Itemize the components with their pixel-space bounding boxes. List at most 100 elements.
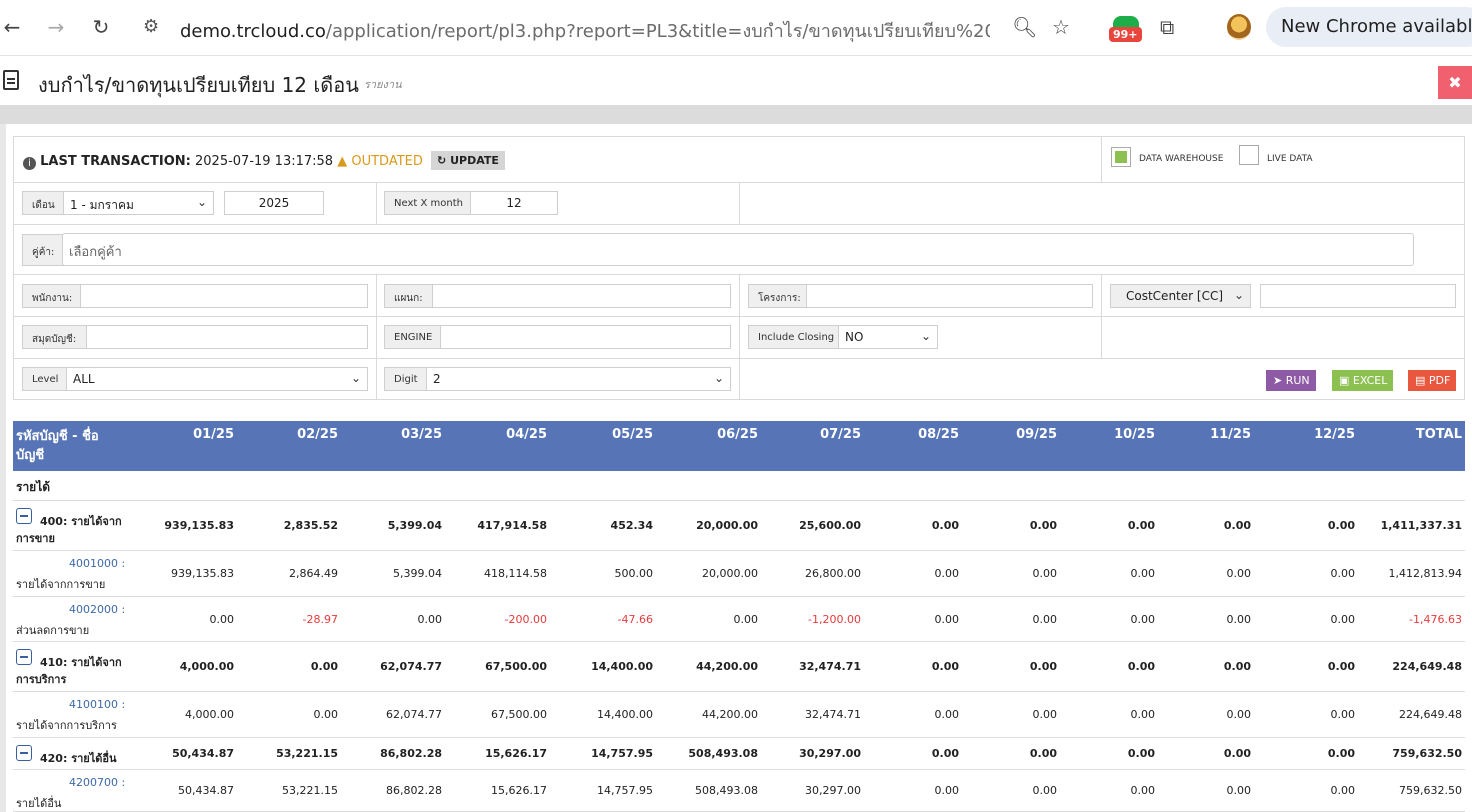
month-value: 0.00 (1029, 747, 1057, 760)
outdated-status: OUTDATED (351, 154, 423, 169)
account-code-link[interactable]: 4100100 : (69, 698, 125, 711)
year-input[interactable]: 2025 (224, 191, 324, 215)
month-value: 939,135.83 (171, 567, 234, 580)
month-value: 0.00 (1032, 613, 1058, 626)
page-title: งบกำไร/ขาดทุนเปรียบเทียบ 12 เดือน (38, 73, 359, 97)
collapse-icon[interactable] (16, 649, 32, 665)
digit-select[interactable]: 2 ⌄ (426, 367, 731, 391)
chevron-down-icon: ⌄ (713, 371, 724, 385)
back-arrow-icon[interactable]: ← (0, 15, 24, 39)
engine-input[interactable] (440, 325, 731, 349)
customer-input[interactable]: เลือกคู่ค้า (62, 233, 1414, 266)
excel-button[interactable]: ▣ EXCEL (1332, 370, 1394, 391)
include-closing-label: Include Closing (748, 325, 840, 349)
account-name: ส่วนลดการขาย (16, 624, 90, 637)
total-value: 759,632.50 (1399, 784, 1462, 797)
data-warehouse-checkbox[interactable] (1111, 147, 1131, 167)
extensions-puzzle-icon[interactable]: ⧉ (1160, 15, 1174, 39)
address-bar[interactable]: demo.trcloud.co/application/report/pl3.p… (180, 16, 990, 45)
month-value: 0.00 (1330, 567, 1356, 580)
page-subtitle: รายงาน (364, 78, 402, 91)
month-value: 86,802.28 (380, 747, 442, 760)
month-value: 0.00 (1130, 567, 1156, 580)
month-value: 508,493.08 (688, 747, 758, 760)
live-data-checkbox[interactable] (1239, 145, 1259, 165)
month-value: 0.00 (1327, 519, 1355, 532)
month-label: เดือน (22, 191, 64, 215)
next-x-month-input[interactable]: 12 (470, 191, 558, 215)
section-title: รายได้ (16, 480, 51, 494)
project-input[interactable] (806, 284, 1093, 308)
include-closing-select[interactable]: NO ⌄ (838, 325, 938, 349)
month-value: 0.00 (1130, 613, 1156, 626)
month-value: 0.00 (1029, 660, 1057, 673)
level-row: Level ALL ⌄ Digit 2 ⌄ (14, 359, 1464, 399)
bookmark-star-icon[interactable]: ☆ (1052, 15, 1070, 39)
month-value: 0.00 (1029, 519, 1057, 532)
total-value: 1,411,337.31 (1380, 519, 1462, 532)
close-button[interactable]: ✖ (1438, 66, 1472, 99)
cost-center-select[interactable]: CostCenter [CC] ⌄ (1110, 284, 1251, 308)
update-button[interactable]: ↻ UPDATE (431, 151, 505, 170)
column-header-month: 06/25 (717, 427, 758, 442)
month-value: 14,400.00 (591, 660, 653, 673)
engine-label: ENGINE (384, 325, 442, 349)
chevron-down-icon: ⌄ (350, 371, 361, 385)
divider-strip (0, 105, 1472, 124)
zoom-icon[interactable]: 🔍︎ (1012, 15, 1037, 39)
month-value: 4,000.00 (185, 708, 234, 721)
month-value: 5,399.04 (387, 519, 442, 532)
column-header-month: 07/25 (820, 427, 861, 442)
journal-label: สมุดบัญชี: (22, 325, 88, 349)
month-value: 44,200.00 (696, 660, 758, 673)
month-value: -1,200.00 (808, 613, 861, 626)
month-value: 0.00 (1226, 567, 1252, 580)
month-value: 32,474.71 (799, 660, 861, 673)
employee-input[interactable] (80, 284, 368, 308)
month-value: 0.00 (1127, 660, 1155, 673)
engine-cell: ENGINE (377, 317, 740, 358)
account-code-link[interactable]: 4002000 : (69, 603, 125, 616)
site-settings-icon[interactable]: ⚙ (143, 16, 159, 37)
pdf-label: PDF (1428, 374, 1451, 387)
month-value: 0.00 (1032, 784, 1058, 797)
column-header-month: 12/25 (1314, 427, 1355, 442)
chevron-down-icon: ⌄ (1233, 288, 1244, 302)
account-code-link[interactable]: 4200700 : (69, 776, 125, 789)
last-transaction-label: LAST TRANSACTION: (40, 154, 191, 169)
department-cell: แผนก: (377, 275, 740, 316)
month-value: 0.00 (313, 708, 339, 721)
month-value: -28.97 (302, 613, 338, 626)
forward-arrow-icon[interactable]: → (44, 15, 68, 39)
journal-input[interactable] (86, 325, 368, 349)
group-name-cont: การขาย (16, 532, 55, 545)
next-x-month-label: Next X month (384, 191, 472, 215)
total-value: 759,632.50 (1392, 747, 1462, 760)
pdf-button[interactable]: ▤ PDF (1408, 370, 1457, 391)
warning-icon: ▲ (337, 154, 348, 169)
reload-icon[interactable]: ↻ (89, 15, 113, 39)
digit-cell: Digit 2 ⌄ (377, 359, 740, 399)
month-value: 0.00 (310, 660, 338, 673)
month-value: 418,114.58 (484, 567, 547, 580)
chrome-update-button[interactable]: New Chrome available (1266, 7, 1472, 47)
month-select[interactable]: 1 - มกราคม ⌄ (63, 191, 214, 215)
month-value: 508,493.08 (695, 784, 758, 797)
group-name: 400: รายได้จาก (40, 515, 122, 528)
account-code-link[interactable]: 4001000 : (69, 557, 125, 570)
department-input[interactable] (432, 284, 731, 308)
run-button[interactable]: ➤ RUN (1266, 370, 1316, 391)
level-select[interactable]: ALL ⌄ (66, 367, 368, 391)
digit-value: 2 (433, 372, 441, 386)
profile-avatar[interactable] (1227, 14, 1251, 40)
month-value: 0.00 (417, 613, 443, 626)
collapse-icon[interactable] (16, 745, 32, 761)
collapse-icon[interactable] (16, 508, 32, 524)
column-header-total: TOTAL (1415, 427, 1462, 442)
account-name: รายได้จากการบริการ (16, 719, 117, 732)
period-row: เดือน 1 - มกราคม ⌄ 2025 Next X month 12 (14, 183, 1464, 225)
update-button-label: UPDATE (450, 154, 499, 167)
month-value: 20,000.00 (696, 519, 758, 532)
cost-center-input[interactable] (1260, 284, 1456, 308)
column-header-month: 01/25 (193, 427, 234, 442)
